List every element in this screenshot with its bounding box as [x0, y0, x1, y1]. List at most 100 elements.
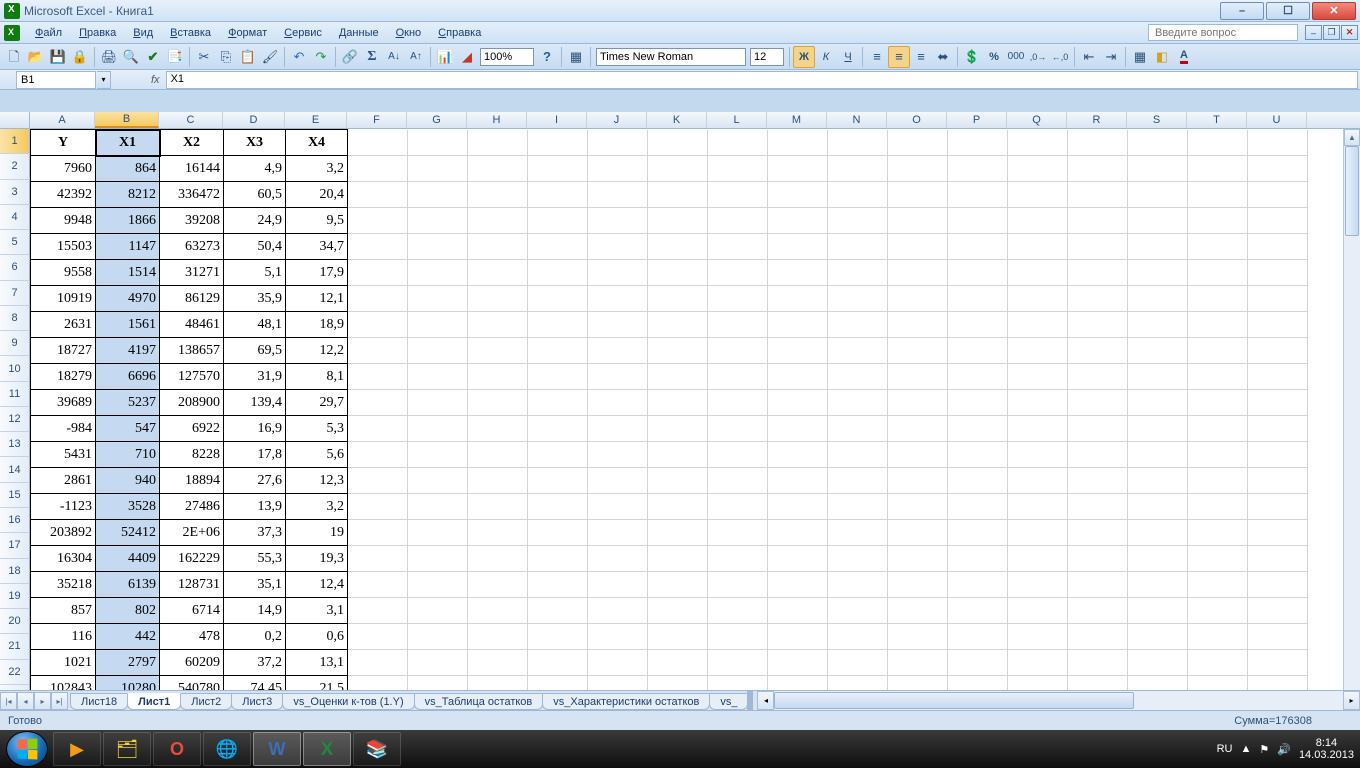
cell[interactable]	[768, 312, 828, 338]
cell[interactable]	[768, 182, 828, 208]
cell[interactable]: 50,4	[224, 234, 286, 260]
cell[interactable]	[468, 130, 528, 156]
cell[interactable]: 6922	[160, 416, 224, 442]
row-header[interactable]: 6	[0, 255, 30, 280]
cell[interactable]: 336472	[160, 182, 224, 208]
sheet-tab[interactable]: vs_Таблица остатков	[414, 693, 544, 710]
row-header[interactable]: 18	[0, 559, 30, 584]
cell[interactable]: 16,9	[224, 416, 286, 442]
taskbar-explorer[interactable]: 🗂	[103, 732, 151, 766]
cell[interactable]	[1128, 390, 1188, 416]
column-header-P[interactable]: P	[947, 112, 1007, 128]
cell[interactable]: 4,9	[224, 156, 286, 182]
cell[interactable]	[648, 494, 708, 520]
cell[interactable]	[648, 338, 708, 364]
cell[interactable]	[588, 624, 648, 650]
cell[interactable]	[408, 208, 468, 234]
cell[interactable]	[348, 442, 408, 468]
cell[interactable]	[408, 312, 468, 338]
system-tray[interactable]: RU ▲ ⚑ 🔊 8:14 14.03.2013	[1217, 737, 1354, 761]
cell[interactable]: 5,6	[286, 442, 348, 468]
cell[interactable]: 9558	[31, 260, 96, 286]
font-size-select[interactable]	[750, 48, 784, 66]
cell[interactable]	[528, 546, 588, 572]
cell[interactable]	[1008, 234, 1068, 260]
cell[interactable]	[1008, 312, 1068, 338]
menu-insert[interactable]: Вставка	[162, 25, 219, 41]
open-button[interactable]: 📂	[25, 46, 47, 68]
cell[interactable]	[408, 468, 468, 494]
cell[interactable]	[1248, 390, 1308, 416]
cell[interactable]	[948, 234, 1008, 260]
cell[interactable]	[708, 338, 768, 364]
cell[interactable]	[828, 468, 888, 494]
cell[interactable]	[768, 494, 828, 520]
column-header-J[interactable]: J	[587, 112, 647, 128]
tray-volume-icon[interactable]: 🔊	[1277, 743, 1291, 756]
start-button[interactable]	[6, 731, 48, 767]
cell[interactable]	[1128, 598, 1188, 624]
cell[interactable]	[588, 338, 648, 364]
cell[interactable]	[1008, 130, 1068, 156]
cell[interactable]	[648, 416, 708, 442]
cell[interactable]: 3,2	[286, 494, 348, 520]
cell[interactable]	[1188, 338, 1248, 364]
cell[interactable]	[588, 156, 648, 182]
cells-grid[interactable]: YX1X2X3X47960864161444,93,24239282123364…	[30, 129, 1343, 710]
scroll-left-button[interactable]: ◂	[757, 691, 774, 710]
vertical-scroll-thumb[interactable]	[1345, 146, 1359, 236]
cell[interactable]	[948, 494, 1008, 520]
cell[interactable]: 35,1	[224, 572, 286, 598]
cell[interactable]: 27,6	[224, 468, 286, 494]
cell[interactable]: 35,9	[224, 286, 286, 312]
cell[interactable]	[1128, 130, 1188, 156]
cell[interactable]	[888, 520, 948, 546]
row-header[interactable]: 9	[0, 331, 30, 356]
cell[interactable]: 1514	[96, 260, 160, 286]
cell[interactable]	[1248, 546, 1308, 572]
cell[interactable]: 7960	[31, 156, 96, 182]
cell[interactable]	[588, 390, 648, 416]
cell[interactable]	[348, 520, 408, 546]
taskbar-opera[interactable]: O	[153, 732, 201, 766]
cell[interactable]	[348, 208, 408, 234]
new-button[interactable]: 🗋	[3, 46, 25, 68]
cell[interactable]	[708, 390, 768, 416]
cell[interactable]	[1128, 416, 1188, 442]
menu-data[interactable]: Данные	[331, 25, 387, 41]
cell[interactable]	[648, 598, 708, 624]
cell[interactable]	[1248, 494, 1308, 520]
cell[interactable]: X3	[224, 130, 286, 156]
cell[interactable]	[1068, 442, 1128, 468]
cell[interactable]: 3,1	[286, 598, 348, 624]
cell[interactable]: 6696	[96, 364, 160, 390]
cell[interactable]	[1008, 520, 1068, 546]
cell[interactable]: 18727	[31, 338, 96, 364]
cell[interactable]	[528, 520, 588, 546]
cell[interactable]	[768, 156, 828, 182]
cell[interactable]	[1188, 442, 1248, 468]
cell[interactable]	[348, 364, 408, 390]
cell[interactable]	[648, 130, 708, 156]
cell[interactable]	[1188, 312, 1248, 338]
cell[interactable]: 14,9	[224, 598, 286, 624]
cell[interactable]	[1008, 598, 1068, 624]
cell[interactable]	[528, 572, 588, 598]
cell[interactable]	[588, 208, 648, 234]
cell[interactable]	[1248, 130, 1308, 156]
cell[interactable]: 442	[96, 624, 160, 650]
cell[interactable]	[468, 416, 528, 442]
cell[interactable]	[708, 494, 768, 520]
cell[interactable]	[888, 312, 948, 338]
cell[interactable]	[948, 546, 1008, 572]
select-all-button[interactable]	[0, 112, 30, 128]
cell[interactable]	[828, 546, 888, 572]
sheet-tab[interactable]: vs_	[709, 693, 747, 710]
cell[interactable]	[888, 416, 948, 442]
cell[interactable]	[588, 364, 648, 390]
cell[interactable]	[648, 546, 708, 572]
cell[interactable]: 37,2	[224, 650, 286, 676]
cell[interactable]	[468, 182, 528, 208]
decrease-indent-button[interactable]: ⇤	[1078, 46, 1100, 68]
cell[interactable]	[348, 598, 408, 624]
